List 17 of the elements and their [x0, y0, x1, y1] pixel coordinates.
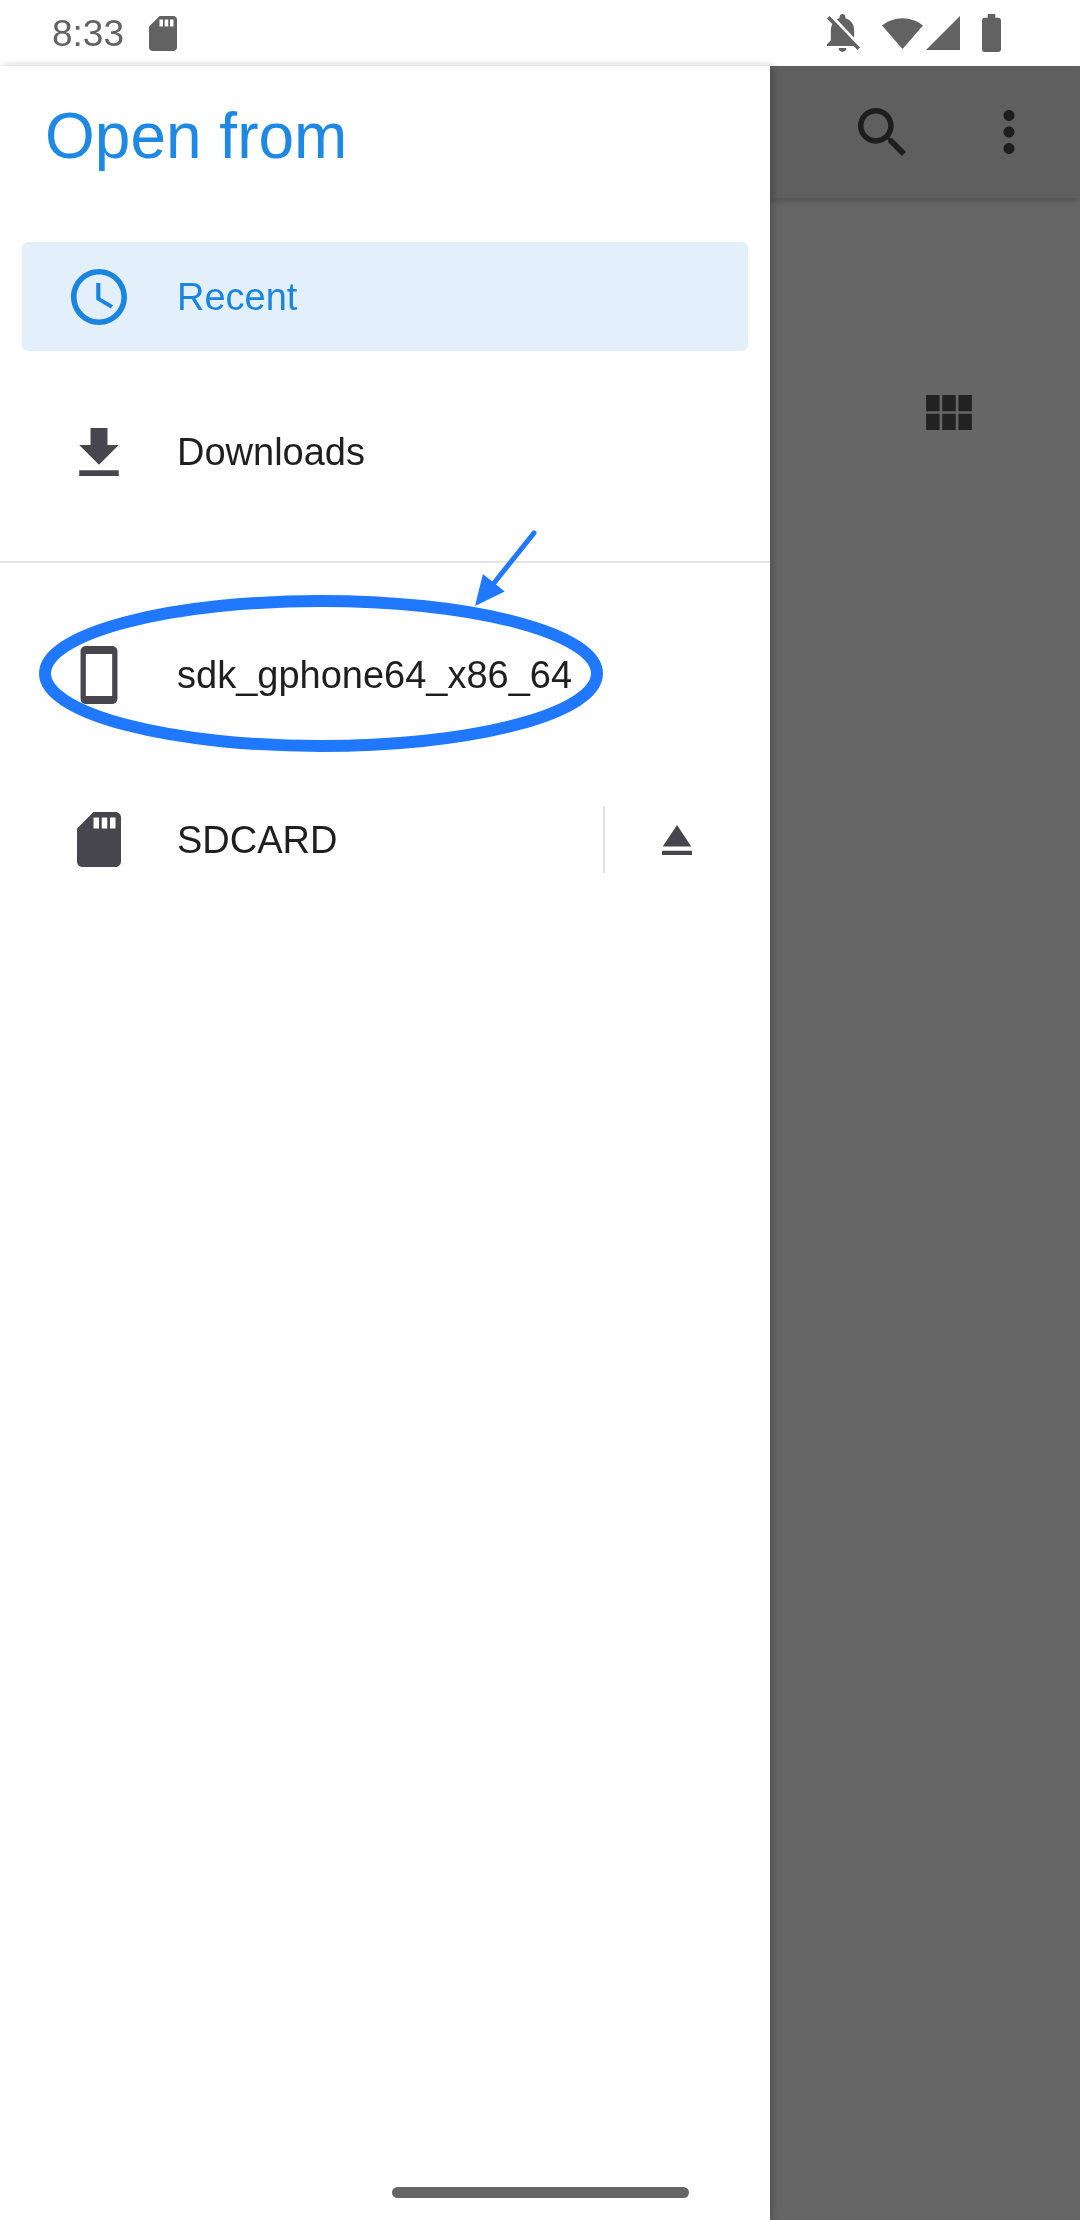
nav-item[interactable]: SDCARD	[22, 785, 748, 894]
eject-icon[interactable]	[661, 824, 692, 855]
nav-item[interactable]: sdk_gphone64_x86_64	[22, 620, 748, 729]
battery-icon	[982, 14, 1001, 52]
sd-card-icon	[149, 15, 177, 51]
signal-icon	[926, 16, 960, 50]
more-options-icon[interactable]	[1003, 110, 1015, 154]
search-icon[interactable]	[858, 108, 906, 156]
sd-card-icon	[76, 812, 121, 867]
bell-off-icon	[825, 14, 860, 52]
phone-icon	[79, 645, 118, 704]
grid-view-icon[interactable]	[926, 395, 972, 430]
download-icon	[78, 427, 119, 476]
nav-item[interactable]: Downloads	[22, 397, 748, 506]
status-time: 8:33	[52, 14, 124, 52]
clock-icon	[70, 268, 127, 325]
wifi-icon	[882, 17, 923, 49]
